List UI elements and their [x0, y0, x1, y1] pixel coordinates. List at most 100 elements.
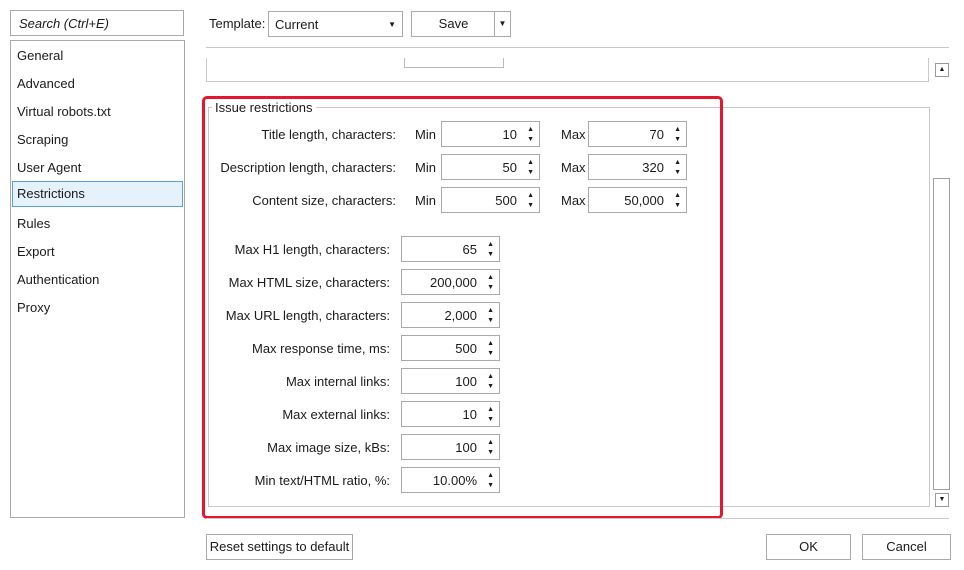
spin-down-icon[interactable]: ▼: [487, 251, 494, 258]
min-label: Min: [415, 193, 436, 208]
spin-down-icon[interactable]: ▼: [487, 482, 494, 489]
limit-spinbox[interactable]: 100 ▲ ▼: [401, 434, 500, 460]
spin-down-icon[interactable]: ▼: [487, 383, 494, 390]
limit-spinbox[interactable]: 2,000 ▲ ▼: [401, 302, 500, 328]
range-row-label: Description length, characters:: [220, 160, 396, 175]
spin-down-icon[interactable]: ▼: [487, 350, 494, 357]
spin-value: 500: [495, 193, 517, 208]
scroll-down-button[interactable]: ▼: [935, 493, 949, 507]
spin-down-icon[interactable]: ▼: [674, 169, 681, 176]
max-label: Max: [561, 127, 586, 142]
spin-up-icon[interactable]: ▲: [487, 274, 494, 281]
range-row-label: Title length, characters:: [261, 127, 396, 142]
spin-value: 100: [455, 440, 477, 455]
limit-row-label: Max URL length, characters:: [225, 308, 390, 323]
spin-up-icon[interactable]: ▲: [527, 159, 534, 166]
max-spinbox[interactable]: 50,000 ▲ ▼: [588, 187, 687, 213]
max-spinbox[interactable]: 320 ▲ ▼: [588, 154, 687, 180]
spin-down-icon[interactable]: ▼: [527, 136, 534, 143]
spin-down-icon[interactable]: ▼: [527, 169, 534, 176]
range-row-label: Content size, characters:: [252, 193, 396, 208]
spin-down-icon[interactable]: ▼: [674, 202, 681, 209]
limit-row-label: Max internal links:: [285, 374, 390, 389]
min-label: Min: [415, 127, 436, 142]
sidebar-item-user-agent[interactable]: User Agent: [12, 155, 183, 181]
spin-value: 65: [462, 242, 477, 257]
template-label: Template:: [209, 16, 266, 31]
spin-down-icon[interactable]: ▼: [487, 416, 494, 423]
spin-up-icon[interactable]: ▲: [487, 373, 494, 380]
sidebar-item-export[interactable]: Export: [12, 239, 183, 265]
spin-down-icon[interactable]: ▼: [487, 449, 494, 456]
spin-up-icon[interactable]: ▲: [674, 159, 681, 166]
spin-value: 70: [649, 127, 664, 142]
spin-value: 200,000: [430, 275, 477, 290]
spin-down-icon[interactable]: ▼: [487, 284, 494, 291]
scroll-down-icon: ▼: [938, 496, 946, 503]
limit-spinbox[interactable]: 10.00% ▲ ▼: [401, 467, 500, 493]
limit-row-label: Min text/HTML ratio, %:: [254, 473, 390, 488]
scrollbar-thumb[interactable]: [933, 178, 950, 490]
spin-value: 500: [455, 341, 477, 356]
spin-up-icon[interactable]: ▲: [527, 126, 534, 133]
sidebar-item-general[interactable]: General: [12, 43, 183, 69]
min-spinbox[interactable]: 10 ▲ ▼: [441, 121, 540, 147]
spin-down-icon[interactable]: ▼: [527, 202, 534, 209]
limit-spinbox[interactable]: 65 ▲ ▼: [401, 236, 500, 262]
sidebar-item-rules[interactable]: Rules: [12, 211, 183, 237]
sidebar-item-advanced[interactable]: Advanced: [12, 71, 183, 97]
ok-button[interactable]: OK: [766, 534, 851, 560]
sidebar-item-scraping[interactable]: Scraping: [12, 127, 183, 153]
sidebar-item-proxy[interactable]: Proxy: [12, 295, 183, 321]
save-dropdown-button[interactable]: ▼: [494, 11, 511, 37]
scroll-up-button[interactable]: ▲: [935, 63, 949, 77]
spin-value: 10.00%: [432, 473, 477, 488]
previous-field: [404, 58, 504, 68]
spin-value: 320: [642, 160, 664, 175]
min-spinbox[interactable]: 50 ▲ ▼: [441, 154, 540, 180]
max-label: Max: [561, 160, 586, 175]
limit-spinbox[interactable]: 500 ▲ ▼: [401, 335, 500, 361]
spin-value: 10: [502, 127, 517, 142]
spin-value: 50: [502, 160, 517, 175]
spin-up-icon[interactable]: ▲: [487, 340, 494, 347]
limit-spinbox[interactable]: 100 ▲ ▼: [401, 368, 500, 394]
limit-spinbox[interactable]: 10 ▲ ▼: [401, 401, 500, 427]
sidebar-item-restrictions[interactable]: Restrictions: [12, 181, 183, 207]
spin-value: 2,000: [444, 308, 477, 323]
min-label: Min: [415, 160, 436, 175]
spin-up-icon[interactable]: ▲: [487, 241, 494, 248]
spin-up-icon[interactable]: ▲: [487, 439, 494, 446]
max-label: Max: [561, 193, 586, 208]
settings-nav-list: General Advanced Virtual robots.txt Scra…: [10, 40, 185, 518]
spin-down-icon[interactable]: ▼: [487, 317, 494, 324]
spin-up-icon[interactable]: ▲: [487, 307, 494, 314]
spin-up-icon[interactable]: ▲: [527, 192, 534, 199]
spin-up-icon[interactable]: ▲: [487, 472, 494, 479]
sidebar-item-virtual-robots[interactable]: Virtual robots.txt: [12, 99, 183, 125]
reset-settings-button[interactable]: Reset settings to default: [206, 534, 353, 560]
spin-down-icon[interactable]: ▼: [674, 136, 681, 143]
min-spinbox[interactable]: 500 ▲ ▼: [441, 187, 540, 213]
spin-value: 100: [455, 374, 477, 389]
search-input[interactable]: Search (Ctrl+E): [10, 10, 184, 36]
max-spinbox[interactable]: 70 ▲ ▼: [588, 121, 687, 147]
cancel-button[interactable]: Cancel: [862, 534, 951, 560]
previous-group-box: [206, 58, 929, 82]
limit-row-label: Max HTML size, characters:: [228, 275, 390, 290]
limit-row-label: Max H1 length, characters:: [234, 242, 390, 257]
spin-value: 10: [462, 407, 477, 422]
footer-divider: [206, 518, 949, 519]
template-select[interactable]: Current ▼: [268, 11, 403, 37]
limit-spinbox[interactable]: 200,000 ▲ ▼: [401, 269, 500, 295]
limit-row-label: Max image size, kBs:: [267, 440, 390, 455]
chevron-down-icon: ▼: [388, 20, 396, 29]
spin-up-icon[interactable]: ▲: [674, 192, 681, 199]
toolbar-divider: [206, 47, 949, 48]
sidebar-item-authentication[interactable]: Authentication: [12, 267, 183, 293]
spin-value: 50,000: [624, 193, 664, 208]
scroll-up-icon: ▲: [938, 66, 946, 73]
save-button[interactable]: Save: [411, 11, 495, 37]
spin-up-icon[interactable]: ▲: [674, 126, 681, 133]
spin-up-icon[interactable]: ▲: [487, 406, 494, 413]
